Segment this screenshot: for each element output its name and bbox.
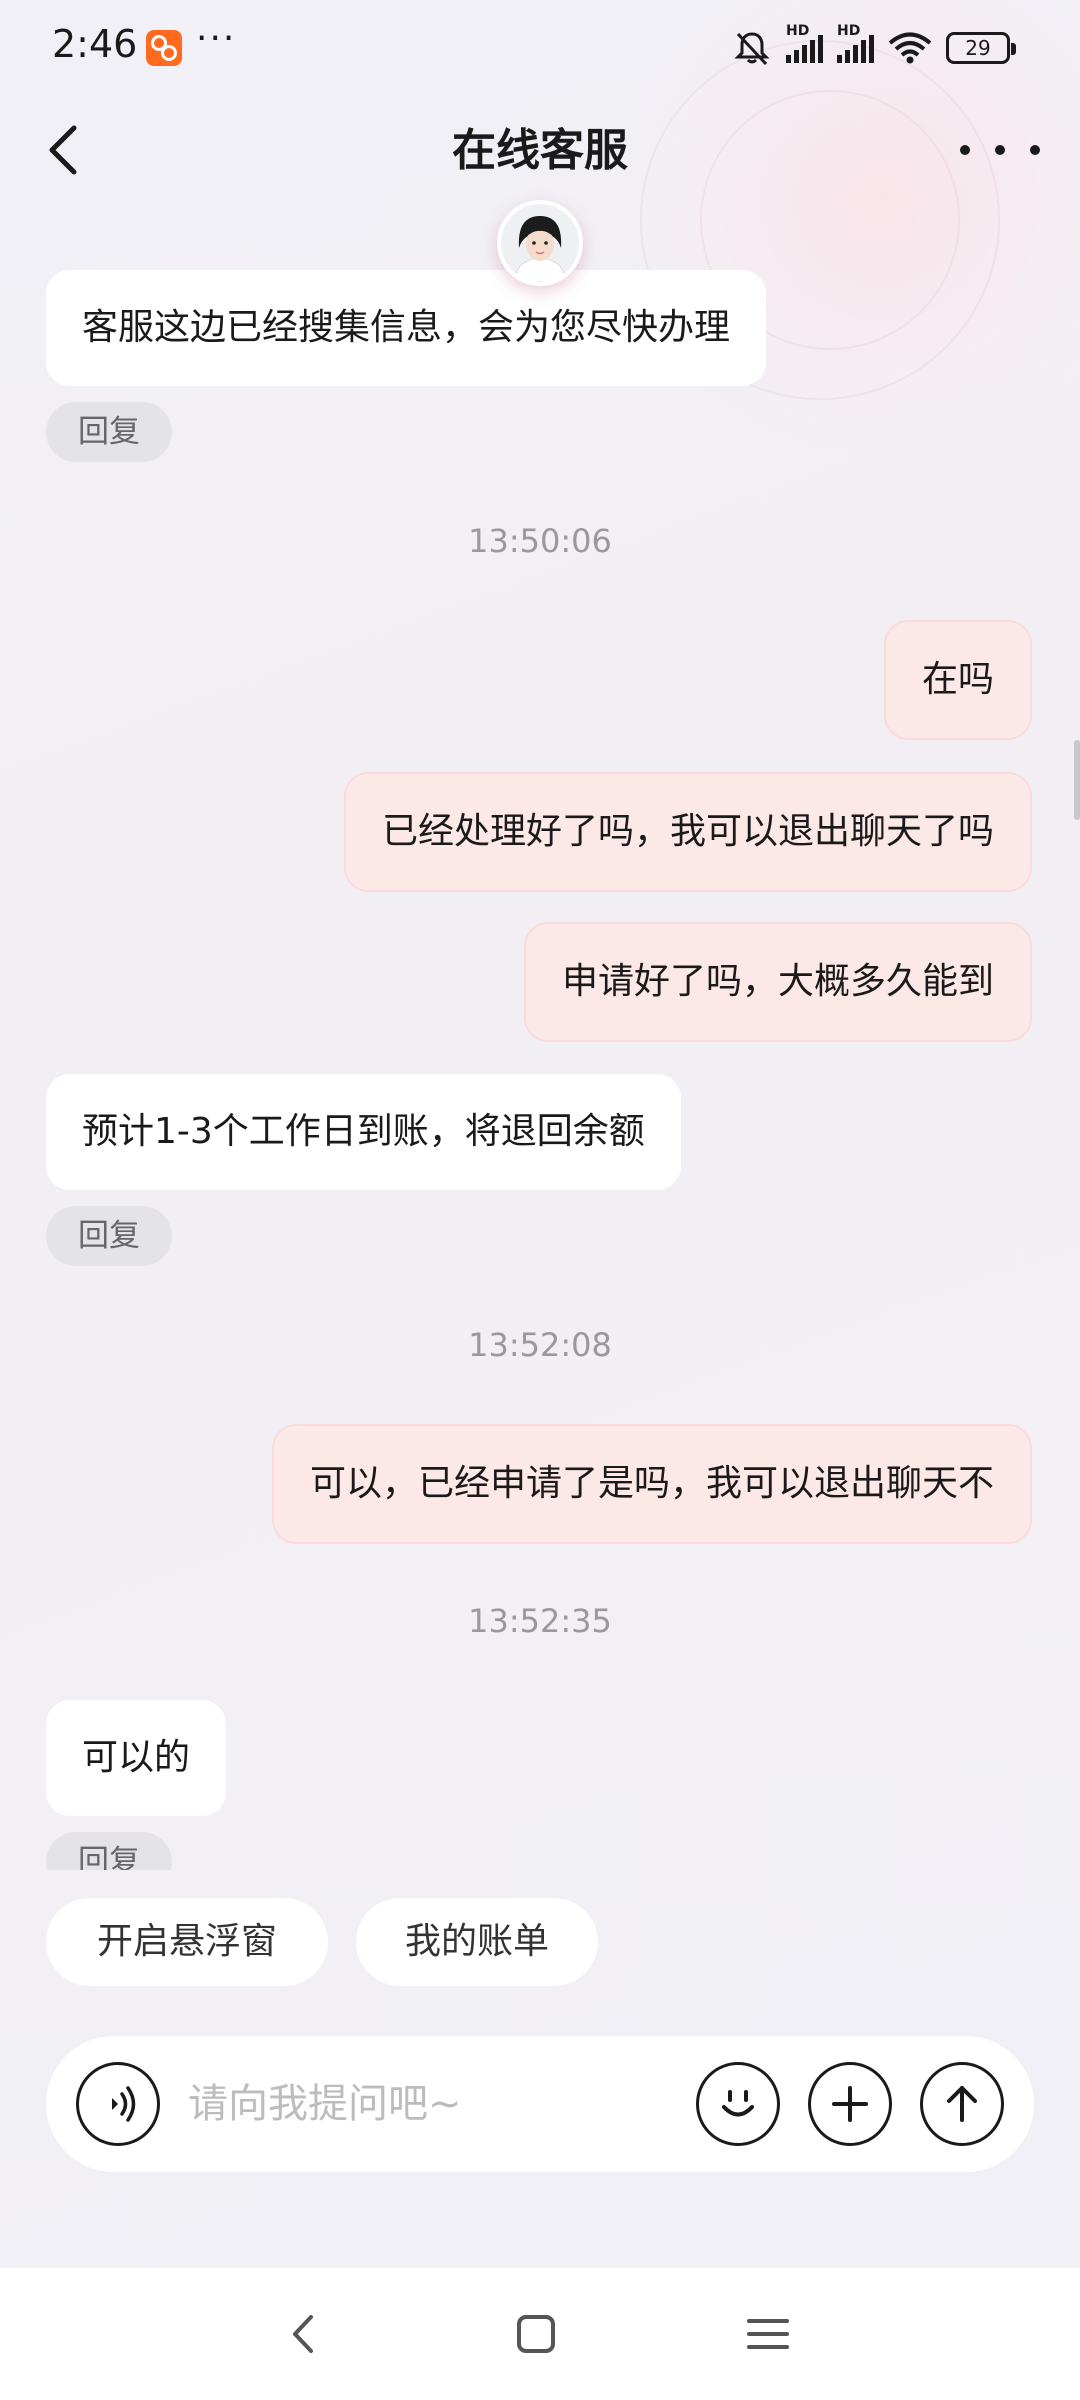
reply-button[interactable]: 回复: [46, 402, 172, 462]
plus-icon: [832, 2086, 868, 2122]
signal-icon: HD: [786, 23, 823, 63]
app-root: 2:46 ··· HD HD 29 在线客服 客服这边已经搜集信息，会为您尽快办…: [0, 0, 1080, 2400]
scrollbar[interactable]: [1074, 740, 1080, 820]
system-nav-bar: [0, 2268, 1080, 2400]
send-up-arrow-icon: [947, 2086, 977, 2122]
timestamp: 13:52:08: [468, 1326, 612, 1364]
quick-action-my-bill[interactable]: 我的账单: [356, 1898, 598, 1986]
status-indicators: HD HD 29: [732, 23, 1016, 70]
agent-message: 预计1-3个工作日到账，将退回余额: [46, 1074, 681, 1190]
agent-avatar: [497, 200, 583, 286]
timestamp: 13:52:35: [468, 1602, 612, 1640]
input-bar: [46, 2036, 1034, 2172]
signal-icon: HD: [837, 23, 874, 63]
silent-bell-icon: [734, 32, 770, 66]
agent-message: 客服这边已经搜集信息，会为您尽快办理: [46, 270, 767, 386]
status-more-icon: ···: [196, 18, 237, 59]
nav-back-button[interactable]: [268, 2298, 340, 2370]
reply-button[interactable]: 回复: [46, 1206, 172, 1266]
quick-action-floating-window[interactable]: 开启悬浮窗: [46, 1898, 328, 1986]
timestamp: 13:50:06: [468, 522, 612, 560]
reply-button[interactable]: 回复: [46, 1832, 172, 1870]
agent-message: 可以的: [46, 1700, 227, 1816]
user-message: 在吗: [883, 620, 1032, 740]
voice-icon: [112, 2086, 136, 2122]
user-message: 可以，已经申请了是吗，我可以退出聊天不: [271, 1424, 1032, 1544]
emoji-icon: [722, 2090, 754, 2117]
battery-icon: 29: [946, 32, 1016, 64]
send-button[interactable]: [920, 2062, 1004, 2146]
page-title: 在线客服: [452, 125, 628, 176]
app-notification-icon: [146, 30, 182, 66]
chat-area[interactable]: 客服这边已经搜集信息，会为您尽快办理 回复 13:50:06 在吗 已经处理好了…: [0, 200, 1080, 1870]
nav-home-button[interactable]: [500, 2298, 572, 2370]
message-input[interactable]: [188, 2070, 688, 2138]
more-dots-icon: [960, 145, 970, 155]
nav-menu-button[interactable]: [732, 2298, 804, 2370]
add-button[interactable]: [808, 2062, 892, 2146]
voice-button[interactable]: [76, 2062, 160, 2146]
nav-back-icon: [293, 2315, 313, 2353]
user-message: 申请好了吗，大概多久能到: [523, 922, 1032, 1042]
user-message: 已经处理好了吗，我可以退出聊天了吗: [343, 772, 1032, 892]
more-options-button[interactable]: [960, 118, 1040, 182]
emoji-button[interactable]: [696, 2062, 780, 2146]
status-bar: 2:46 ··· HD HD 29: [0, 0, 1080, 100]
status-time: 2:46: [52, 22, 138, 66]
nav-menu-icon: [747, 2319, 789, 2349]
header: 在线客服: [0, 100, 1080, 200]
nav-home-icon: [517, 2315, 555, 2353]
wifi-icon: [888, 32, 932, 64]
